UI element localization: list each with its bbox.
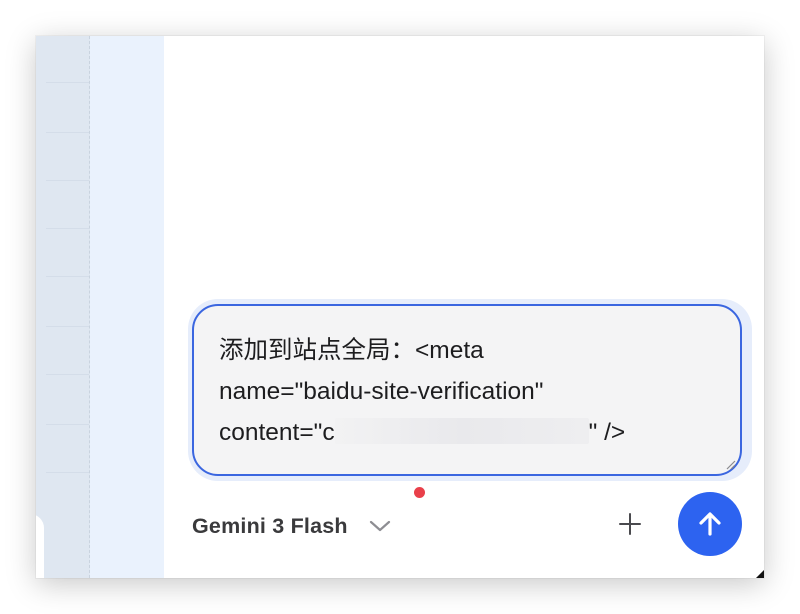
panel-curve — [36, 514, 44, 578]
grid-line — [46, 374, 89, 375]
send-button[interactable] — [678, 492, 742, 556]
input-line-2: name="baidu-site-verification" — [219, 378, 544, 405]
resize-handle-icon[interactable] — [724, 458, 736, 470]
redacted-block — [334, 418, 589, 444]
message-input[interactable]: 添加到站点全局：<meta name="baidu-site-verificat… — [192, 304, 742, 476]
message-input-text[interactable]: 添加到站点全局：<meta name="baidu-site-verificat… — [219, 330, 719, 453]
plus-icon — [619, 513, 641, 535]
grid-line — [46, 472, 89, 473]
status-dot — [414, 487, 425, 498]
app-window: 添加到站点全局：<meta name="baidu-site-verificat… — [36, 36, 764, 578]
grid-line — [46, 228, 89, 229]
grid-line — [46, 424, 89, 425]
grid-line — [46, 276, 89, 277]
input-line-3-start: content="c — [219, 419, 335, 446]
grid-line — [46, 132, 89, 133]
sidebar — [90, 36, 164, 578]
window-corner-mark — [756, 570, 764, 578]
model-name: Gemini 3 Flash — [192, 513, 348, 538]
input-line-3-end: " /> — [588, 419, 626, 446]
add-attachment-button[interactable] — [614, 508, 646, 540]
input-line-1: 添加到站点全局：<meta — [219, 337, 484, 364]
chat-main: 添加到站点全局：<meta name="baidu-site-verificat… — [164, 36, 764, 578]
chevron-down-icon — [368, 514, 392, 538]
arrow-up-icon — [699, 512, 721, 536]
grid-line — [46, 180, 89, 181]
grid-line — [46, 326, 89, 327]
model-selector[interactable]: Gemini 3 Flash — [192, 506, 392, 546]
grid-line — [46, 82, 89, 83]
background-panel — [36, 36, 90, 578]
